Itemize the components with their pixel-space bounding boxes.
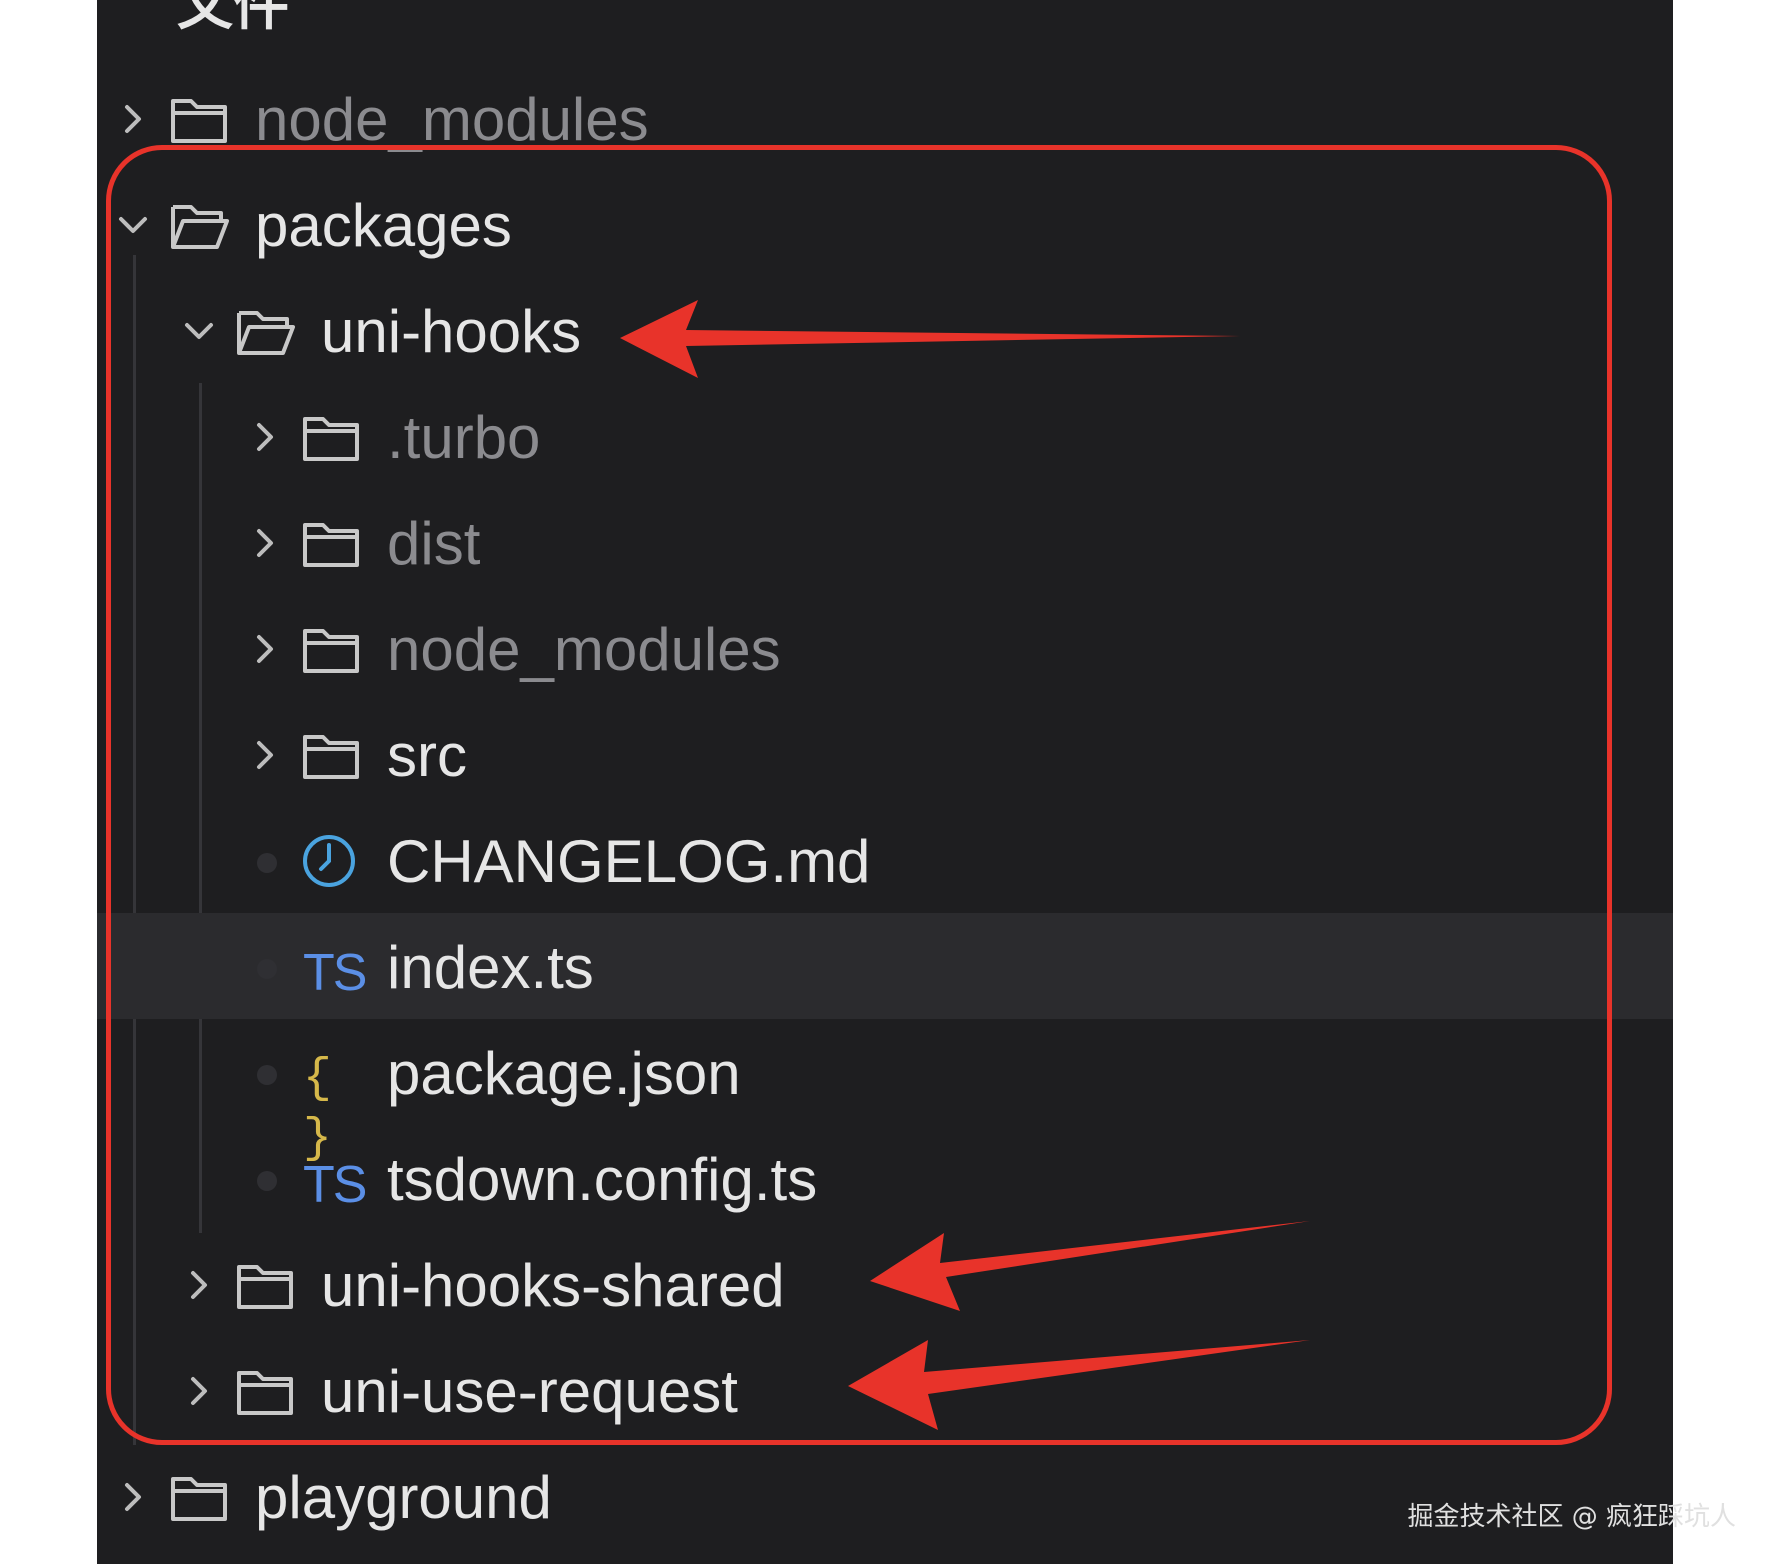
tree-item-label: index.ts xyxy=(387,934,594,1001)
folder-icon xyxy=(233,1255,297,1315)
chevron-right-icon[interactable] xyxy=(113,99,153,139)
tree-item-label: playground xyxy=(255,1464,552,1531)
chevron-right-icon[interactable] xyxy=(245,523,285,563)
tree-item-changelog[interactable]: CHANGELOG.md xyxy=(97,807,1673,913)
tree-item-label: uni-use-request xyxy=(321,1358,738,1425)
tree-item-node-modules[interactable]: node_modules xyxy=(97,65,1673,171)
tree-item-label: src xyxy=(387,722,467,789)
watermark: 掘金技术社区 @ 疯狂踩坑人 xyxy=(1407,1502,1736,1532)
json-icon: { } xyxy=(303,1052,332,1166)
tree-item-src[interactable]: src xyxy=(97,701,1673,807)
chevron-right-icon[interactable] xyxy=(245,629,285,669)
file-explorer: 文件 node_modules packages uni-hooks .turb… xyxy=(97,0,1673,1564)
tree-item-label: .turbo xyxy=(387,404,541,471)
tree-item-label: tsdown.config.ts xyxy=(387,1146,818,1213)
tree-item-label: package.json xyxy=(387,1040,741,1107)
tree-item-label: node_modules xyxy=(387,616,781,683)
chevron-right-icon[interactable] xyxy=(245,417,285,457)
tree-item-node-modules[interactable]: node_modules xyxy=(97,595,1673,701)
chevron-right-icon[interactable] xyxy=(245,735,285,775)
chevron-right-icon[interactable] xyxy=(113,1477,153,1517)
file-dot xyxy=(257,959,277,979)
folder-icon xyxy=(299,619,363,679)
tree-item-label: packages xyxy=(255,192,512,259)
tree-item-packages[interactable]: packages xyxy=(97,171,1673,277)
folder-icon xyxy=(167,89,231,149)
explorer-section-title[interactable]: 文件 xyxy=(177,0,289,41)
tree-item-package-json[interactable]: { } package.json xyxy=(97,1019,1673,1166)
file-dot xyxy=(257,853,277,873)
chevron-right-icon[interactable] xyxy=(179,1265,219,1305)
folder-icon xyxy=(299,725,363,785)
tree-item-label: dist xyxy=(387,510,481,577)
chevron-down-icon[interactable] xyxy=(179,311,219,351)
folder-open-icon xyxy=(233,301,297,361)
folder-open-icon xyxy=(167,195,231,255)
tree-item-turbo[interactable]: .turbo xyxy=(97,383,1673,489)
tree-item-uni-hooks-shared[interactable]: uni-hooks-shared xyxy=(97,1231,1673,1337)
tree-item-label: CHANGELOG.md xyxy=(387,828,871,895)
tree-item-tsdown-config[interactable]: TS tsdown.config.ts xyxy=(97,1125,1673,1231)
tree-item-label: uni-hooks-shared xyxy=(321,1252,785,1319)
chevron-right-icon[interactable] xyxy=(179,1371,219,1411)
chevron-down-icon[interactable] xyxy=(113,205,153,245)
folder-icon xyxy=(299,513,363,573)
file-dot xyxy=(257,1171,277,1191)
clock-icon xyxy=(299,831,363,891)
typescript-icon: TS xyxy=(303,1156,367,1214)
folder-icon xyxy=(167,1467,231,1527)
tree-item-index-ts[interactable]: TS index.ts xyxy=(97,913,1673,1019)
tree-item-label: uni-hooks xyxy=(321,298,582,365)
tree-item-label: node_modules xyxy=(255,86,649,153)
typescript-icon: TS xyxy=(303,944,367,1002)
tree-item-uni-use-request[interactable]: uni-use-request xyxy=(97,1337,1673,1443)
tree-item-uni-hooks[interactable]: uni-hooks xyxy=(97,277,1673,383)
folder-icon xyxy=(299,407,363,467)
file-dot xyxy=(257,1065,277,1085)
folder-icon xyxy=(233,1361,297,1421)
tree-item-dist[interactable]: dist xyxy=(97,489,1673,595)
